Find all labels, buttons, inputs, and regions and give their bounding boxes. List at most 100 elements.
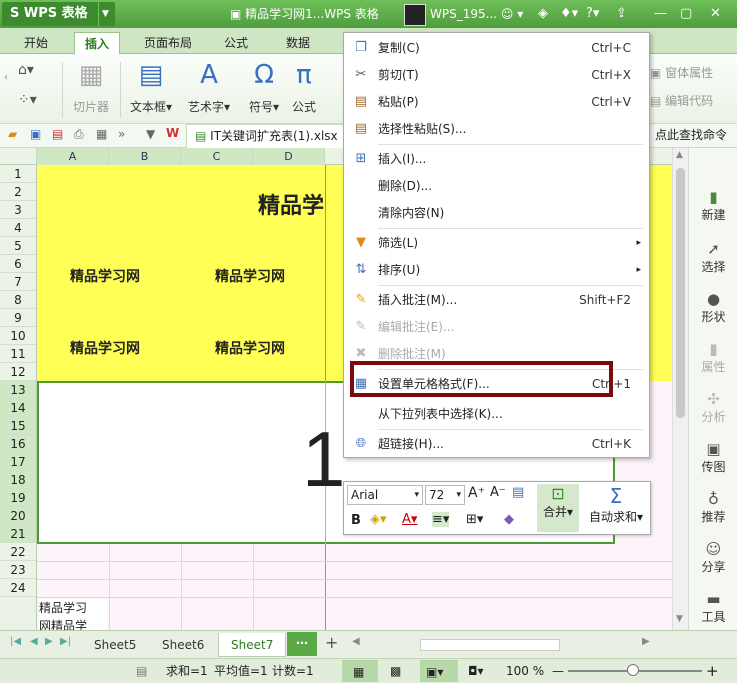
column-a[interactable]: A bbox=[37, 148, 109, 165]
app-menu-button[interactable]: S WPS 表格 ▼ bbox=[2, 2, 115, 26]
font-select[interactable]: Arial ▾ bbox=[347, 485, 423, 505]
normal-view-button[interactable]: ▦ bbox=[342, 660, 378, 682]
scroll-down-icon[interactable]: ▼ bbox=[676, 614, 683, 624]
row-header-16[interactable]: 16 bbox=[0, 435, 36, 453]
row-header-9[interactable]: 9 bbox=[0, 309, 36, 327]
user-account[interactable]: WPS_195... ☺ ▾ bbox=[404, 2, 532, 26]
formula-button[interactable]: π 公式 bbox=[288, 60, 320, 115]
row-header-24[interactable]: 24 bbox=[0, 579, 36, 597]
more-icon[interactable]: » bbox=[118, 127, 125, 141]
menu-item-sort[interactable]: ⇅ 排序(U) ▸ bbox=[344, 257, 649, 283]
font-size-select[interactable]: 72 ▾ bbox=[425, 485, 465, 505]
menu-item-insert-comment[interactable]: ✎ 插入批注(M)... Shift+F2 bbox=[344, 287, 649, 313]
chevron-down-icon[interactable]: ▼ bbox=[146, 127, 155, 141]
next-sheet-icon[interactable]: ▶ bbox=[45, 636, 53, 647]
zoom-slider-thumb[interactable] bbox=[627, 664, 639, 676]
tab-home[interactable]: 开始 bbox=[14, 32, 58, 54]
close-icon[interactable]: ✕ bbox=[710, 0, 721, 28]
autosum-button[interactable]: Σ 自动求和▾ bbox=[584, 484, 648, 532]
sheet-list-button[interactable]: ⋯ bbox=[287, 632, 317, 656]
file-tab[interactable]: ▤ IT关键词扩充表(1).xlsx * bbox=[186, 124, 348, 165]
last-sheet-icon[interactable]: ▶| bbox=[60, 636, 71, 647]
menu-item-delete[interactable]: 删除(D)... bbox=[344, 173, 649, 199]
sheet-tab-sheet5[interactable]: Sheet5 bbox=[82, 633, 148, 657]
new-button[interactable]: ▮ 新建 bbox=[689, 188, 737, 223]
row-header-21[interactable]: 21 bbox=[0, 525, 36, 543]
slicer-button[interactable]: ▦ 切片器 bbox=[68, 60, 114, 115]
sheet-tab-sheet6[interactable]: Sheet6 bbox=[150, 633, 216, 657]
tab-formula[interactable]: 公式 bbox=[214, 32, 258, 54]
open-icon[interactable]: ▰ bbox=[8, 127, 17, 141]
select-button[interactable]: ➚ 选择 bbox=[689, 240, 737, 275]
increase-font-icon[interactable]: A⁺ bbox=[468, 485, 485, 501]
wrap-text-icon[interactable]: ▤ bbox=[512, 485, 524, 500]
properties-button[interactable]: ▮ 属性 bbox=[689, 340, 737, 375]
row-header-13[interactable]: 13 bbox=[0, 381, 36, 399]
maximize-icon[interactable]: ▢ bbox=[680, 0, 692, 28]
menu-item-hyperlink[interactable]: 🌐︎ 超链接(H)... Ctrl+K bbox=[344, 431, 649, 457]
scroll-up-icon[interactable]: ▲ bbox=[676, 150, 683, 160]
zoom-level[interactable]: 100 % bbox=[506, 659, 544, 683]
chart-icon[interactable]: ⁘▾ bbox=[18, 92, 37, 108]
upload-image-button[interactable]: ▣ 传图 bbox=[689, 440, 737, 475]
row-header-11[interactable]: 11 bbox=[0, 345, 36, 363]
menu-item-paste[interactable]: ▤ 粘贴(P) Ctrl+V bbox=[344, 89, 649, 115]
row-header-17[interactable]: 17 bbox=[0, 453, 36, 471]
row-header-12[interactable]: 12 bbox=[0, 363, 36, 381]
row-header-22[interactable]: 22 bbox=[0, 543, 36, 561]
first-sheet-icon[interactable]: |◀ bbox=[10, 636, 21, 647]
textbox-button[interactable]: ▤ 文本框▾ bbox=[126, 60, 176, 115]
share-button[interactable]: ☺ 分享 bbox=[689, 540, 737, 575]
skin-icon[interactable]: ◈ bbox=[538, 0, 548, 28]
preview-icon[interactable]: ▦ bbox=[96, 127, 107, 141]
menu-item-pick-from-list[interactable]: 从下拉列表中选择(K)... bbox=[344, 401, 649, 427]
font-color-icon[interactable]: A▾ bbox=[402, 512, 417, 527]
zoom-out-icon[interactable]: — bbox=[552, 659, 564, 683]
page-break-view-icon[interactable]: ▩ bbox=[390, 659, 401, 683]
column-b[interactable]: B bbox=[109, 148, 181, 165]
column-d[interactable]: D bbox=[253, 148, 325, 165]
find-command[interactable]: 点此查找命令 bbox=[655, 124, 727, 146]
column-c[interactable]: C bbox=[181, 148, 253, 165]
print-icon[interactable]: ⎙ bbox=[74, 127, 84, 142]
wordart-button[interactable]: A 艺术字▾ bbox=[184, 60, 234, 115]
row-header-7[interactable]: 7 bbox=[0, 273, 36, 291]
minimize-icon[interactable]: — bbox=[654, 0, 667, 28]
macro-icon[interactable]: ▤ bbox=[136, 659, 147, 683]
decrease-font-icon[interactable]: A⁻ bbox=[490, 485, 506, 500]
row-header-15[interactable]: 15 bbox=[0, 417, 36, 435]
scroll-left-icon[interactable]: ◀ bbox=[352, 636, 360, 647]
row-header-8[interactable]: 8 bbox=[0, 291, 36, 309]
horizontal-scroll-thumb[interactable] bbox=[420, 639, 560, 651]
layout-view-button[interactable]: ▣▾ bbox=[420, 660, 458, 682]
upload-icon[interactable]: ⇪ bbox=[616, 0, 627, 28]
merge-button[interactable]: ⊡ 合并▾ bbox=[537, 484, 579, 532]
help-icon[interactable]: ?▾ bbox=[586, 0, 599, 28]
menu-item-insert[interactable]: ⊞ 插入(I)... bbox=[344, 146, 649, 172]
pdf-icon[interactable]: ▤ bbox=[52, 127, 63, 141]
row-header-3[interactable]: 3 bbox=[0, 201, 36, 219]
shape-button[interactable]: ● 形状 bbox=[689, 290, 737, 325]
bold-icon[interactable]: B bbox=[351, 513, 361, 528]
tab-data[interactable]: 数据 bbox=[276, 32, 320, 54]
row-header-6[interactable]: 6 bbox=[0, 255, 36, 273]
scroll-thumb[interactable] bbox=[676, 168, 685, 418]
menu-item-filter[interactable]: ▼ 筛选(L) ▸ bbox=[344, 230, 649, 256]
shirt-icon[interactable]: ♦▾ bbox=[560, 0, 578, 28]
chevron-down-icon[interactable]: ▼ bbox=[98, 2, 112, 26]
row-header-19[interactable]: 19 bbox=[0, 489, 36, 507]
zoom-in-icon[interactable]: + bbox=[706, 659, 719, 683]
edit-code-button[interactable]: ▤ 编辑代码 bbox=[650, 92, 713, 109]
tab-insert[interactable]: 插入 bbox=[74, 32, 121, 54]
tools-button[interactable]: ▬ 工具 bbox=[689, 590, 737, 625]
row-header-20[interactable]: 20 bbox=[0, 507, 36, 525]
row-header-18[interactable]: 18 bbox=[0, 471, 36, 489]
menu-item-copy[interactable]: ❐ 复制(C) Ctrl+C bbox=[344, 35, 649, 61]
row-header-10[interactable]: 10 bbox=[0, 327, 36, 345]
vertical-scrollbar[interactable]: ▲ ▼ bbox=[672, 148, 688, 630]
chevron-left-icon[interactable]: ‹ bbox=[4, 72, 8, 83]
row-header-1[interactable]: 1 bbox=[0, 165, 36, 183]
prev-sheet-icon[interactable]: ◀ bbox=[30, 636, 38, 647]
tab-page-layout[interactable]: 页面布局 bbox=[134, 32, 202, 54]
row-header-4[interactable]: 4 bbox=[0, 219, 36, 237]
